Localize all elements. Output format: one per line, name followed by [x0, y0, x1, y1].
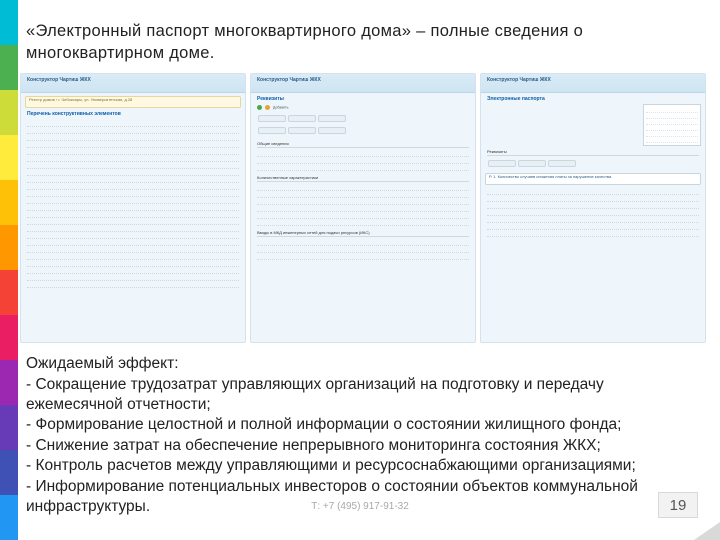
effect-item-2: - Формирование целостной и полной информ… [26, 415, 700, 435]
effect-heading: Ожидаемый эффект: [26, 355, 700, 373]
page-curl-icon [694, 522, 720, 540]
status-dot-orange [265, 105, 270, 110]
expected-effect: Ожидаемый эффект: - Сокращение трудозатр… [26, 355, 700, 518]
sect-1: Общие сведения [257, 141, 469, 148]
app-title-1: Конструктор Чартиш ЖКХ [27, 77, 91, 83]
sect-3: Вводы в МКД инженерных сетей для подачи … [257, 230, 469, 237]
footer-phone: Т: +7 (495) 917-91-32 [0, 501, 720, 512]
effect-item-1: - Сокращение трудозатрат управляющих орг… [26, 375, 700, 416]
page-number: 19 [658, 492, 698, 518]
effect-item-4: - Контроль расчетов между управляющими и… [26, 456, 700, 476]
section-header-2: Реквизиты [257, 96, 469, 102]
screenshot-3: Конструктор Чартиш ЖКХ Электронные паспо… [480, 73, 706, 343]
breadcrumb-text: Реестр домов › г. Чебоксары, ул. Универс… [26, 97, 135, 102]
section-header-3: Электронные паспорта [487, 96, 699, 102]
screenshot-2: Конструктор Чартиш ЖКХ Реквизиты Добавит… [250, 73, 476, 343]
dropdown-menu [643, 104, 701, 146]
effect-item-3: - Снижение затрат на обеспечение непреры… [26, 436, 700, 456]
app-title-3: Конструктор Чартиш ЖКХ [487, 77, 551, 83]
form-title: Р. 1. Количество случаев снижения платы … [486, 174, 614, 179]
slide-title: «Электронный паспорт многоквартирного до… [26, 20, 700, 65]
side-color-stripes [0, 0, 18, 540]
screenshot-1: Конструктор Чартиш ЖКХ Реестр домов › г.… [20, 73, 246, 343]
status-dot-green [257, 105, 262, 110]
section-header-1: Перечень конструктивных элементов [27, 111, 239, 117]
screenshot-row: Конструктор Чартиш ЖКХ Реестр домов › г.… [20, 73, 706, 343]
app-title-2: Конструктор Чартиш ЖКХ [257, 77, 321, 83]
breadcrumb-bar: Реестр домов › г. Чебоксары, ул. Универс… [25, 96, 241, 108]
status-add-label: Добавить [273, 105, 288, 109]
status-row: Добавить [257, 105, 469, 110]
sub-header-3: Реквизиты [487, 149, 699, 156]
sect-2: Количественные характеристики [257, 175, 469, 182]
